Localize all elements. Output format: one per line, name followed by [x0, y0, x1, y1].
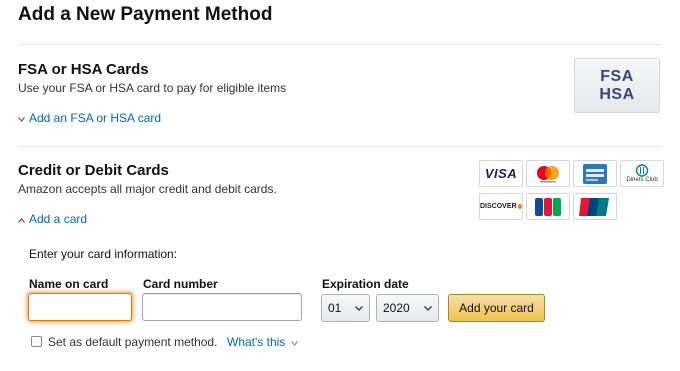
card-number-input[interactable] [142, 293, 302, 321]
unionpay-logo [573, 193, 617, 220]
name-on-card-label: Name on card [29, 277, 109, 291]
diners-club-text: Diners Club [626, 176, 658, 183]
chevron-down-icon [424, 303, 432, 313]
month-value: 01 [328, 301, 342, 315]
name-on-card-input[interactable] [28, 293, 132, 321]
discover-logo: DISCOVER [479, 193, 523, 220]
default-payment-label: Set as default payment method. [48, 335, 218, 349]
visa-logo: VISA [479, 160, 523, 187]
diners-club-icon [635, 163, 649, 177]
add-card-link[interactable]: Add a card [18, 212, 87, 226]
year-value: 2020 [383, 301, 410, 315]
jcb-icon [535, 197, 561, 216]
mastercard-icon [537, 165, 559, 182]
amex-icon [583, 163, 607, 184]
fsa-logo-text: FSA [600, 67, 634, 85]
whats-this-label: What's this [227, 335, 286, 349]
add-card-label: Add a card [29, 212, 88, 226]
whats-this-link[interactable]: What's this [227, 335, 298, 349]
visa-logo-text: VISA [484, 166, 518, 181]
chevron-down-icon [18, 111, 25, 125]
discover-logo-text: DISCOVER [480, 203, 517, 210]
fsa-heading: FSA or HSA Cards [18, 61, 149, 78]
expiration-month-select[interactable]: 01 [321, 294, 370, 322]
chevron-down-icon [355, 303, 363, 313]
mastercard-logo [526, 160, 570, 187]
card-number-label: Card number [143, 277, 218, 291]
credit-description: Amazon accepts all major credit and debi… [18, 182, 277, 196]
add-your-card-button[interactable]: Add your card [448, 294, 545, 322]
fsa-description: Use your FSA or HSA card to pay for elig… [18, 81, 287, 95]
hsa-logo-text: HSA [599, 85, 635, 103]
expiration-year-select[interactable]: 2020 [376, 294, 439, 322]
default-payment-checkbox[interactable] [31, 336, 42, 347]
card-info-intro: Enter your card information: [29, 247, 178, 261]
expiration-date-label: Expiration date [322, 277, 409, 291]
diners-club-logo: Diners Club [620, 160, 664, 187]
fsa-hsa-logo: FSA HSA [574, 58, 660, 113]
page-title: Add a New Payment Method [18, 4, 273, 25]
jcb-logo [526, 193, 570, 220]
chevron-down-icon [290, 335, 298, 349]
unionpay-icon [579, 197, 609, 216]
credit-heading: Credit or Debit Cards [18, 162, 169, 179]
divider [18, 146, 662, 147]
add-fsa-card-label: Add an FSA or HSA card [29, 111, 162, 125]
chevron-up-icon [18, 212, 25, 226]
discover-dot-icon [517, 204, 522, 209]
amex-logo [573, 160, 617, 187]
add-fsa-card-link[interactable]: Add an FSA or HSA card [18, 111, 161, 125]
divider [18, 44, 662, 45]
